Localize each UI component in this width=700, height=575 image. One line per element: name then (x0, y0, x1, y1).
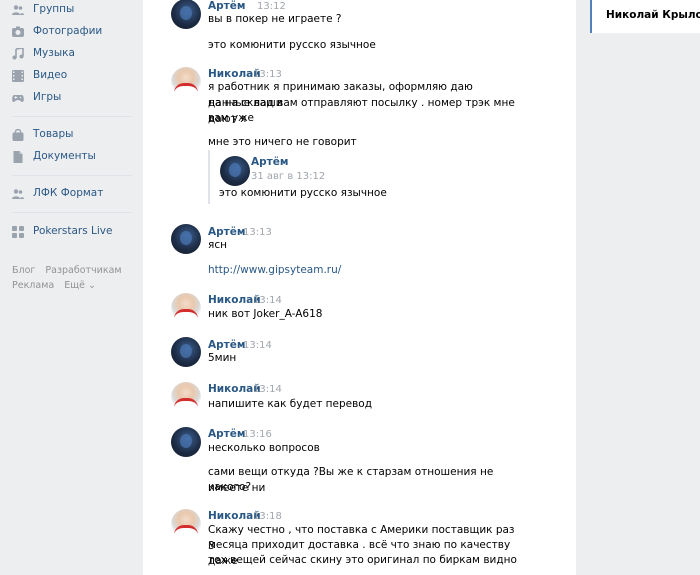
message-line: 5мин (208, 352, 237, 364)
sidebar-footer: Блог Разработчикам (12, 265, 132, 276)
sidebar-item-label: Группы (33, 3, 75, 15)
sidebar-item-label: Pokerstars Live (33, 225, 113, 237)
music-icon (12, 48, 24, 60)
avatar[interactable] (171, 427, 201, 457)
message-line: напишите как будет перевод (208, 398, 372, 410)
sidebar-item-photos[interactable]: Фотографии (0, 22, 130, 42)
sidebar-item-label: Игры (33, 91, 62, 103)
sidebar-item-label: Видео (33, 69, 68, 81)
sidebar-item-goods[interactable]: Товары (0, 125, 130, 145)
sidebar-divider (12, 212, 132, 213)
message-time[interactable]: 13:14 (253, 295, 282, 306)
avatar[interactable] (220, 156, 250, 186)
documents-icon (13, 151, 23, 163)
sidebar-divider (12, 175, 132, 176)
sidebar-item-app[interactable]: Pokerstars Live (0, 222, 130, 242)
chat-history: Артём 13:12 вы в покер не играете ? это … (143, 0, 576, 575)
footer-developers-link[interactable]: Разработчикам (45, 265, 121, 276)
message-line: мне это ничего не говорит (208, 136, 357, 148)
app-icon (12, 226, 24, 238)
footer-ads-link[interactable]: Реклама (12, 280, 54, 291)
avatar[interactable] (171, 337, 201, 367)
message-line: вы в покер не играете ? (208, 13, 342, 25)
message-line: тех вещей сейчас скину это оригинал по б… (208, 554, 517, 566)
sidebar-item-documents[interactable]: Документы (0, 147, 130, 167)
message-time[interactable]: 13:14 (253, 384, 282, 395)
sidebar-footer-row2: Реклама Ещё ⌄ (12, 280, 106, 291)
sidebar-item-label: Фотографии (33, 25, 103, 37)
forwarded-author[interactable]: Артём (251, 156, 288, 168)
message-time[interactable]: 13:16 (243, 429, 272, 440)
message-line: ясн (208, 239, 227, 251)
message-line: несколько вопросов (208, 442, 320, 454)
sidebar-item-label: ЛФК Формат (33, 187, 104, 199)
message-line: это комюнити русско язычное (208, 39, 376, 51)
forwarded-text: это комюнити русско язычное (219, 187, 387, 199)
active-indicator (590, 0, 592, 33)
dialog-list: Николай Крылов (590, 0, 700, 33)
forwarded-message[interactable]: Артём 31 авг в 13:12 это комюнити русско… (208, 150, 508, 204)
sidebar-item-music[interactable]: Музыка (0, 44, 130, 64)
message-line: какого? (208, 481, 252, 493)
sidebar-item-video[interactable]: Видео (0, 66, 130, 86)
dialog-item-nikolai[interactable]: Николай Крылов (606, 9, 700, 21)
message-link[interactable]: http://www.gipsyteam.ru/ (208, 262, 518, 278)
sidebar-divider (12, 116, 132, 117)
groups-icon (12, 5, 24, 15)
sidebar-item-games[interactable]: Игры (0, 88, 130, 108)
avatar[interactable] (171, 382, 201, 412)
message-author[interactable]: Артём (208, 428, 245, 440)
forwarded-date[interactable]: 31 авг в 13:12 (251, 171, 325, 182)
avatar[interactable] (171, 0, 201, 29)
footer-more-link[interactable]: Ещё ⌄ (64, 280, 96, 291)
footer-blog-link[interactable]: Блог (12, 265, 35, 276)
sidebar-item-groups[interactable]: Группы (0, 0, 130, 20)
games-icon (12, 95, 24, 102)
avatar[interactable] (171, 509, 201, 539)
message-time[interactable]: 13:18 (253, 511, 282, 522)
goods-icon (12, 129, 24, 141)
sidebar-item-community[interactable]: ЛФК Формат (0, 184, 130, 204)
community-icon (12, 189, 24, 199)
avatar[interactable] (171, 293, 201, 323)
message-line: ник вот Joker_A-A618 (208, 308, 323, 320)
message-line: вам уже (208, 112, 255, 124)
sidebar-item-label: Документы (33, 150, 96, 162)
sidebar-item-label: Музыка (33, 47, 75, 59)
photos-icon (12, 26, 24, 37)
avatar[interactable] (171, 67, 201, 97)
video-icon (12, 70, 24, 82)
avatar[interactable] (171, 224, 201, 254)
sidebar-item-label: Товары (33, 128, 74, 140)
